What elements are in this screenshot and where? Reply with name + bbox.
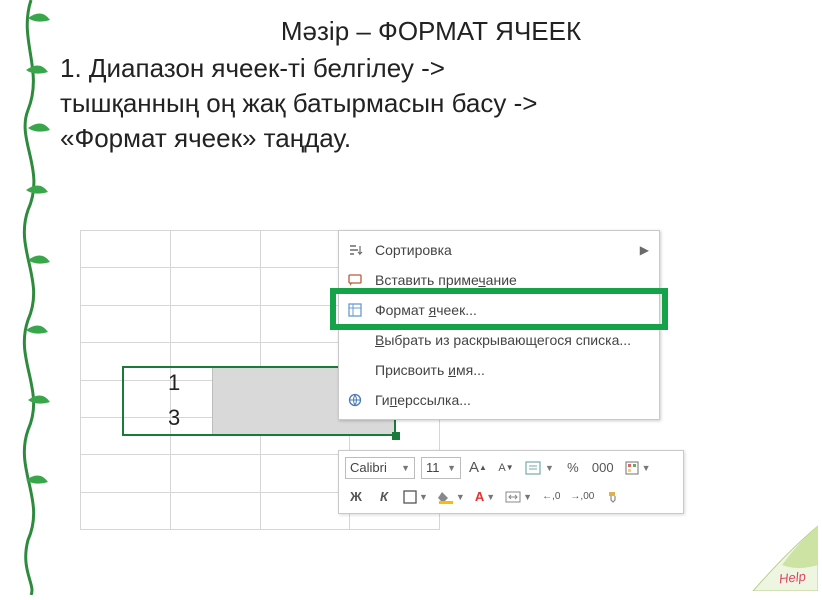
menu-pick-from-list[interactable]: Выбрать из раскрывающегося списка... xyxy=(339,325,659,355)
blank-icon xyxy=(345,360,365,380)
menu-insert-comment[interactable]: Вставить примечание xyxy=(339,265,659,295)
menu-define-name[interactable]: Присвоить имя... xyxy=(339,355,659,385)
page-title: Мәзір – ФОРМАТ ЯЧЕЕК xyxy=(60,16,802,47)
decrease-decimal-button[interactable]: →,00 xyxy=(568,486,596,508)
blank-icon xyxy=(345,330,365,350)
mini-toolbar: Calibri▼ 11▼ A▲ A▼ ▼ % 000 ▼ Ж К ▼ ▼ xyxy=(338,450,684,514)
menu-sort-label: Сортировка xyxy=(375,242,630,258)
format-cells-icon xyxy=(345,300,365,320)
menu-sort[interactable]: Сортировка ▶ xyxy=(339,235,659,265)
submenu-arrow-icon: ▶ xyxy=(640,243,649,257)
instruction-line-3: «Формат ячеек» таңдау. xyxy=(60,121,802,156)
excel-screenshot: 1 3 Сортировка ▶ Вставить примечание Фор… xyxy=(80,230,780,560)
sort-icon xyxy=(345,240,365,260)
menu-format-cells[interactable]: Формат ячеек... xyxy=(339,295,659,325)
increase-decimal-button[interactable]: ←,0 xyxy=(540,486,562,508)
fill-color-button[interactable]: ▼ xyxy=(436,486,467,508)
shrink-font-button[interactable]: A▼ xyxy=(495,457,517,479)
cell-value-2: 3 xyxy=(168,405,180,431)
font-name: Calibri xyxy=(350,460,387,475)
percent-button[interactable]: % xyxy=(562,457,584,479)
font-color-button[interactable]: A▼ xyxy=(473,486,497,508)
vine-ornament xyxy=(6,0,56,595)
instruction-line-2: тышқанның оң жақ батырмасын басу -> xyxy=(60,86,802,121)
merge-center-button[interactable]: ▼ xyxy=(503,486,534,508)
format-painter-button[interactable] xyxy=(602,486,624,508)
border-button[interactable]: ▼ xyxy=(401,486,430,508)
bold-button[interactable]: Ж xyxy=(345,486,367,508)
italic-button[interactable]: К xyxy=(373,486,395,508)
help-label: Help xyxy=(779,569,807,587)
menu-hyperlink-label: Гиперссылка... xyxy=(375,392,649,408)
comment-icon xyxy=(345,270,365,290)
comma-style-button[interactable]: 000 xyxy=(590,457,616,479)
menu-insert-comment-label: Вставить примечание xyxy=(375,272,649,288)
menu-define-name-label: Присвоить имя... xyxy=(375,362,649,378)
menu-format-cells-label: Формат ячеек... xyxy=(375,302,649,318)
menu-hyperlink[interactable]: Гиперссылка... xyxy=(339,385,659,415)
context-menu: Сортировка ▶ Вставить примечание Формат … xyxy=(338,230,660,420)
hyperlink-icon xyxy=(345,390,365,410)
fill-handle[interactable] xyxy=(392,432,400,440)
conditional-format-button[interactable]: ▼ xyxy=(622,457,653,479)
grow-font-button[interactable]: A▲ xyxy=(467,457,489,479)
menu-pick-from-list-label: Выбрать из раскрывающегося списка... xyxy=(375,332,649,348)
instruction-line-1: 1. Диапазон ячеек-ті белгілеу -> xyxy=(60,51,802,86)
cell-value-1: 1 xyxy=(168,370,180,396)
font-size-select[interactable]: 11▼ xyxy=(421,457,461,479)
font-size: 11 xyxy=(426,460,440,475)
font-select[interactable]: Calibri▼ xyxy=(345,457,415,479)
accounting-format-button[interactable]: ▼ xyxy=(523,457,556,479)
